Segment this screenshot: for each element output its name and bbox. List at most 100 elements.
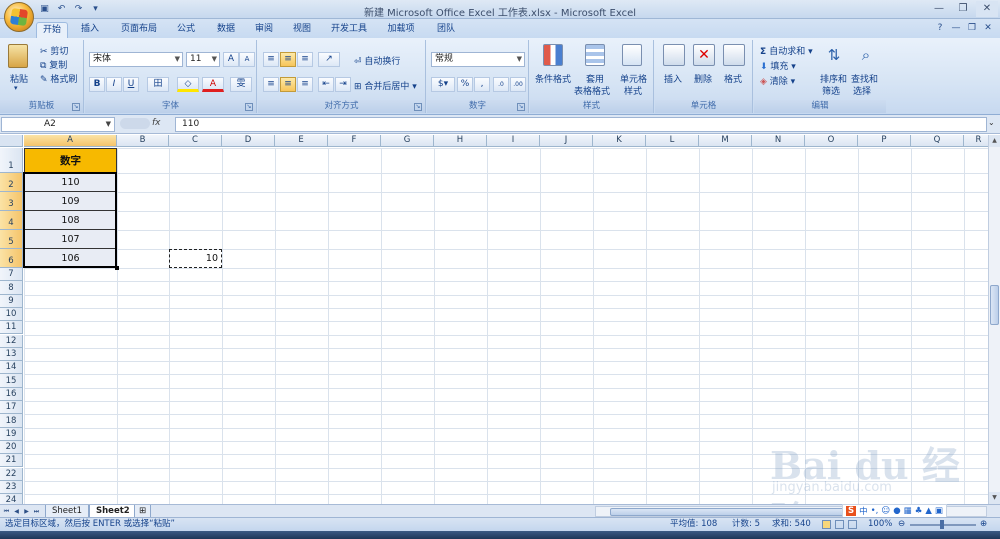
ime-toolbar[interactable]: S 中 •, ☺ ● ▦ ♣ ▲ ▣	[842, 504, 947, 518]
select-all-button[interactable]	[0, 135, 23, 147]
next-sheet-icon[interactable]: ▶	[22, 506, 31, 517]
fill-handle[interactable]	[115, 266, 119, 270]
format-cells-button[interactable]: 格式	[724, 72, 742, 85]
format-cells-icon[interactable]	[723, 44, 745, 66]
column-header-n[interactable]: N	[752, 135, 805, 147]
column-header-p[interactable]: P	[858, 135, 911, 147]
cell-styles-line2[interactable]: 样式	[624, 84, 642, 97]
column-header-m[interactable]: M	[699, 135, 752, 147]
column-header-o[interactable]: O	[805, 135, 858, 147]
paste-dropdown-icon[interactable]: ▾	[14, 84, 18, 92]
cut-button[interactable]: ✂ 剪切	[40, 44, 68, 57]
tab-formulas[interactable]: 公式	[170, 22, 202, 38]
tab-addins[interactable]: 加载项	[382, 22, 420, 38]
fill-button[interactable]: ⬇ 填充 ▾	[760, 59, 796, 72]
insert-cells-icon[interactable]	[663, 44, 685, 66]
row-header-19[interactable]: 19	[0, 427, 23, 441]
vertical-scrollbar[interactable]: ▲ ▼	[988, 135, 1000, 504]
shrink-font-button[interactable]: A	[239, 52, 255, 67]
help-icon[interactable]: ?	[934, 22, 946, 34]
row-header-6[interactable]: 6	[0, 249, 23, 268]
column-header-j[interactable]: J	[540, 135, 593, 147]
column-header-k[interactable]: K	[593, 135, 646, 147]
binoculars-icon[interactable]: ⌕	[856, 44, 876, 66]
cell-styles-icon[interactable]	[622, 44, 642, 66]
page-layout-view-icon[interactable]	[835, 520, 844, 529]
fill-color-button[interactable]: ◇	[177, 77, 199, 92]
number-launcher-icon[interactable]: ↘	[517, 103, 525, 111]
row-header-1[interactable]: 1	[0, 148, 23, 173]
clipboard-launcher-icon[interactable]: ↘	[72, 103, 80, 111]
column-header-e[interactable]: E	[275, 135, 328, 147]
row-header-23[interactable]: 23	[0, 480, 23, 495]
autosum-button[interactable]: Σ 自动求和 ▾	[760, 44, 813, 57]
close-workbook-icon[interactable]: ✕	[982, 22, 994, 34]
column-header-g[interactable]: G	[381, 135, 434, 147]
row-header-3[interactable]: 3	[0, 192, 23, 211]
row-header-18[interactable]: 18	[0, 414, 23, 428]
tab-developer[interactable]: 开发工具	[326, 22, 372, 38]
cell-a3[interactable]: 109	[24, 192, 117, 211]
row-header-22[interactable]: 22	[0, 467, 23, 481]
cell-a2[interactable]: 110	[24, 173, 117, 192]
row-header-5[interactable]: 5	[0, 230, 23, 249]
increase-indent-icon[interactable]: ⇥	[335, 77, 351, 92]
italic-button[interactable]: I	[106, 77, 122, 92]
column-header-r[interactable]: R	[964, 135, 988, 147]
last-sheet-icon[interactable]: ⏭	[32, 506, 41, 517]
row-header-24[interactable]: 24	[0, 494, 23, 504]
column-header-h[interactable]: H	[434, 135, 487, 147]
row-header-17[interactable]: 17	[0, 401, 23, 415]
vertical-scroll-thumb[interactable]	[990, 285, 999, 325]
row-header-20[interactable]: 20	[0, 440, 23, 455]
scroll-up-icon[interactable]: ▲	[989, 135, 1000, 147]
delete-cells-icon[interactable]: ✕	[693, 44, 715, 66]
font-name-select[interactable]: 宋体 ▼	[89, 52, 183, 67]
row-header-11[interactable]: 11	[0, 321, 23, 335]
zoom-out-icon[interactable]: ⊖	[898, 518, 905, 531]
zoom-slider-thumb[interactable]	[940, 520, 944, 529]
prev-sheet-icon[interactable]: ◀	[12, 506, 21, 517]
row-header-12[interactable]: 12	[0, 334, 23, 348]
delete-cells-button[interactable]: 删除	[694, 72, 712, 85]
font-launcher-icon[interactable]: ↘	[245, 103, 253, 111]
number-format-select[interactable]: 常规 ▼	[431, 52, 525, 67]
align-left-icon[interactable]: ≡	[263, 77, 279, 92]
column-header-b[interactable]: B	[117, 135, 169, 147]
page-break-view-icon[interactable]	[848, 520, 857, 529]
row-header-16[interactable]: 16	[0, 387, 23, 401]
increase-decimal-icon[interactable]: .0	[493, 77, 509, 92]
minimize-button[interactable]: —	[928, 1, 950, 17]
cell-a6[interactable]: 106	[24, 249, 117, 268]
tab-data[interactable]: 数据	[210, 22, 242, 38]
cell-c6[interactable]: 10	[169, 249, 222, 268]
row-header-14[interactable]: 14	[0, 361, 23, 375]
font-color-button[interactable]: A	[202, 77, 224, 92]
row-header-4[interactable]: 4	[0, 211, 23, 230]
column-header-a[interactable]: A	[24, 135, 117, 147]
row-header-2[interactable]: 2	[0, 173, 23, 192]
wrap-text-button[interactable]: ⏎ 自动换行	[354, 54, 400, 67]
tab-page-layout[interactable]: 页面布局	[114, 22, 164, 38]
column-header-i[interactable]: I	[487, 135, 540, 147]
bold-button[interactable]: B	[89, 77, 105, 92]
align-right-icon[interactable]: ≡	[297, 77, 313, 92]
minimize-workbook-icon[interactable]: —	[950, 22, 962, 34]
orientation-icon[interactable]: ↗	[318, 52, 340, 67]
decrease-decimal-icon[interactable]: .00	[510, 77, 526, 92]
row-header-21[interactable]: 21	[0, 454, 23, 468]
percent-button[interactable]: %	[457, 77, 473, 92]
border-button[interactable]: 田	[147, 77, 169, 92]
tab-view[interactable]: 视图	[286, 22, 318, 38]
tab-insert[interactable]: 插入	[74, 22, 106, 38]
tab-review[interactable]: 审阅	[248, 22, 280, 38]
cell-a5[interactable]: 107	[24, 230, 117, 249]
align-bottom-icon[interactable]: ≡	[297, 52, 313, 67]
tab-team[interactable]: 团队	[430, 22, 462, 38]
phonetic-button[interactable]: 雯	[230, 77, 252, 92]
comma-button[interactable]: ,	[474, 77, 490, 92]
expand-formula-icon[interactable]: ⌄	[988, 118, 998, 131]
conditional-format-button[interactable]: 条件格式	[535, 72, 571, 85]
column-header-d[interactable]: D	[222, 135, 275, 147]
sort-filter-icon[interactable]: ⇅	[824, 44, 844, 66]
